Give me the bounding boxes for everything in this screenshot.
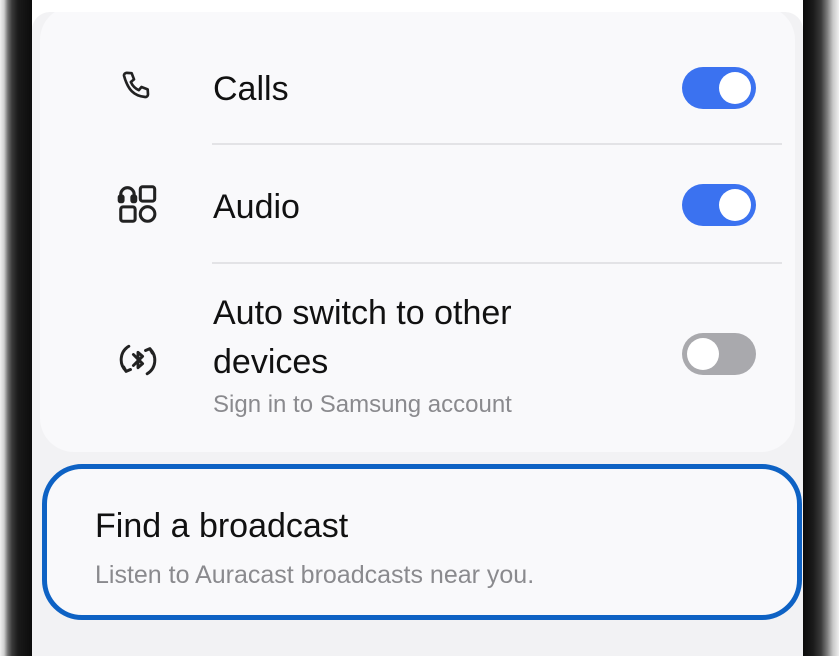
find-broadcast-title: Find a broadcast	[95, 507, 348, 546]
calls-toggle[interactable]	[682, 67, 756, 109]
audio-label: Audio	[213, 182, 300, 232]
calls-row[interactable]: Calls	[40, 12, 795, 144]
audio-toggle-knob	[719, 189, 751, 221]
phone-icon	[112, 61, 164, 113]
find-broadcast-subtitle: Listen to Auracast broadcasts near you.	[95, 561, 534, 590]
settings-card: Calls Audio	[40, 12, 795, 452]
find-broadcast-item[interactable]: Find a broadcast Listen to Auracast broa…	[42, 464, 802, 620]
audio-row[interactable]: Audio	[40, 144, 795, 262]
audio-toggle[interactable]	[682, 184, 756, 226]
auto-switch-row[interactable]: Auto switch to other devices Sign in to …	[40, 264, 795, 444]
audio-apps-icon	[112, 178, 164, 230]
auto-switch-toggle[interactable]	[682, 333, 756, 375]
auto-switch-label-line2: devices	[213, 337, 328, 387]
auto-switch-toggle-knob	[687, 338, 719, 370]
auto-switch-label-line1: Auto switch to other	[213, 288, 512, 338]
frame-top	[0, 0, 839, 12]
phone-frame-left	[0, 0, 32, 656]
bluetooth-sync-icon	[112, 334, 164, 386]
phone-frame-right	[803, 0, 839, 656]
calls-label: Calls	[213, 64, 289, 114]
calls-toggle-knob	[719, 72, 751, 104]
screen: Calls Audio	[32, 12, 803, 656]
auto-switch-sublabel: Sign in to Samsung account	[213, 391, 512, 419]
